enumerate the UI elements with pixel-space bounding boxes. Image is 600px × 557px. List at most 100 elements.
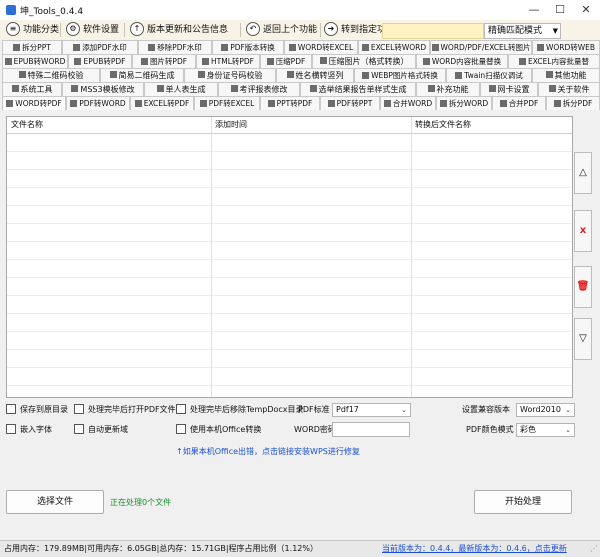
compress-icon <box>319 57 327 64</box>
move-up-button[interactable]: △ <box>574 152 592 194</box>
close-button[interactable]: ✕ <box>574 2 598 18</box>
word-password-input[interactable] <box>332 422 410 437</box>
tab-pdf-to-word[interactable]: PDF转WORD <box>66 96 130 110</box>
move-down-button[interactable]: ▽ <box>574 318 592 360</box>
tab-network-settings[interactable]: 网卡设置 <box>480 82 538 96</box>
tab-label: HTML转PDF <box>211 57 254 66</box>
column-converted-name[interactable]: 转换后文件名称 <box>411 117 575 133</box>
gear-icon <box>71 85 79 92</box>
tab-word-to-excel[interactable]: WORD转EXCEL <box>284 40 358 54</box>
clear-list-button[interactable]: 🗑 <box>574 266 592 308</box>
tab-label: WORD/PDF/EXCEL转图片 <box>440 43 531 52</box>
function-search-input[interactable] <box>382 23 484 39</box>
tab-to-image[interactable]: WORD/PDF/EXCEL转图片 <box>430 40 532 54</box>
version-update-button[interactable]: ↑ 版本更新和公告信息 <box>130 21 228 38</box>
tab-label: 添加PDF水印 <box>82 43 127 52</box>
tab-twain-debug[interactable]: Twain扫描仪调试 <box>446 68 532 82</box>
pdf-icon <box>70 99 78 107</box>
tab-name-vertical[interactable]: 姓名横转竖列 <box>276 68 354 82</box>
tab-id-verify[interactable]: 身份证号码校验 <box>184 68 276 82</box>
maximize-button[interactable]: ☐ <box>548 2 572 18</box>
checkbox[interactable] <box>74 403 84 414</box>
checkbox[interactable] <box>74 423 84 434</box>
tab-election-report[interactable]: 选举结果报告单样式生成 <box>300 82 416 96</box>
split-icon <box>439 99 447 107</box>
tab-qrcode-verify[interactable]: 特殊二维码校验 <box>2 68 100 82</box>
pdf-color-mode-select[interactable]: 彩色 ⌄ <box>516 423 575 437</box>
auto-update-fields-option[interactable]: 自动更新域 <box>74 423 128 437</box>
embed-fonts-option[interactable]: 嵌入字体 <box>6 423 52 437</box>
tab-epub-to-pdf[interactable]: EPUB转PDF <box>68 54 132 68</box>
checkbox[interactable] <box>176 403 186 414</box>
tab-word-to-web[interactable]: WORD转WEB <box>532 40 600 54</box>
tab-label: PDF转WORD <box>79 99 126 108</box>
tab-excel-to-word[interactable]: EXCEL转WORD <box>358 40 430 54</box>
pdf-standard-select[interactable]: Pdf17 ⌄ <box>332 403 411 417</box>
grid-row-line <box>7 277 572 278</box>
start-processing-button[interactable]: 开始处理 <box>474 490 572 514</box>
tab-label: PDF转EXCEL <box>208 99 255 108</box>
word-password-label: WORD密码 <box>294 425 336 434</box>
compat-version-select[interactable]: Word2010 ⌄ <box>516 403 575 417</box>
tab-ppt-to-pdf[interactable]: PPT转PDF <box>260 96 320 110</box>
use-office-option[interactable]: 使用本机Office转换 <box>176 423 261 437</box>
tab-excel-batch-replace[interactable]: EXCEL内容批量替 <box>508 54 600 68</box>
tab-system-tools[interactable]: 系统工具 <box>2 82 62 96</box>
tab-supplement[interactable]: 补充功能 <box>416 82 480 96</box>
tab-label: 系统工具 <box>20 85 53 94</box>
tab-split-word[interactable]: 拆分WORD <box>436 96 492 110</box>
tab-merge-word[interactable]: 合并WORD <box>380 96 436 110</box>
match-mode-select[interactable]: 精确匹配模式 ▼ <box>484 23 561 39</box>
tab-remove-pdf-watermark[interactable]: 移除PDF水印 <box>138 40 212 54</box>
back-to-previous-button[interactable]: ↶ 返回上个功能 <box>246 21 317 38</box>
tab-compress-pdf[interactable]: 压缩PDF <box>260 54 312 68</box>
tab-epub-to-word[interactable]: EPUB转WORD <box>2 54 68 68</box>
resize-grip-icon[interactable]: ⋰ <box>590 544 598 553</box>
tab-word-to-pdf[interactable]: WORD转PDF <box>2 96 66 110</box>
install-wps-link[interactable]: ↑如果本机Office出错，点击链接安装WPS进行修复 <box>176 446 360 457</box>
tab-webp-convert[interactable]: WEBP图片格式转换 <box>354 68 446 82</box>
tab-other-functions[interactable]: 其他功能 <box>532 68 600 82</box>
tab-split-ppt[interactable]: 拆分PPT <box>2 40 62 54</box>
open-pdf-after-option[interactable]: 处理完毕后打开PDF文件 <box>74 403 176 417</box>
merge-icon <box>499 99 507 107</box>
file-grid[interactable]: 文件名称 添加时间 转换后文件名称 <box>6 116 573 398</box>
select-files-button[interactable]: 选择文件 <box>6 490 104 514</box>
tab-label: EXCEL内容批量替 <box>528 57 589 66</box>
tab-pdf-to-ppt[interactable]: PDF转PPT <box>320 96 380 110</box>
column-added-time[interactable]: 添加时间 <box>211 117 415 133</box>
function-category-button[interactable]: ≡ 功能分类 <box>6 21 60 38</box>
version-update-link[interactable]: 当前版本为：0.4.4，最新版本为：0.4.6，点击更新 <box>382 543 567 554</box>
column-file-name[interactable]: 文件名称 <box>7 117 211 133</box>
checkbox[interactable] <box>176 423 186 434</box>
tab-compress-image[interactable]: 压缩图片（格式转换） <box>312 54 416 68</box>
function-category-label: 功能分类 <box>23 25 60 35</box>
tab-html-to-pdf[interactable]: HTML转PDF <box>196 54 260 68</box>
tab-merge-pdf[interactable]: 合并PDF <box>492 96 546 110</box>
tab-label: WORD内容批量替换 <box>431 57 502 66</box>
tab-pdf-version[interactable]: PDF版本转换 <box>212 40 284 54</box>
checkbox[interactable] <box>6 403 16 414</box>
software-settings-button[interactable]: ⚙ 软件设置 <box>66 21 119 38</box>
tab-word-batch-replace[interactable]: WORD内容批量替换 <box>416 54 508 68</box>
tab-label: 压缩图片（格式转换） <box>328 57 409 66</box>
minimize-button[interactable]: — <box>522 2 546 18</box>
tab-add-pdf-watermark[interactable]: 添加PDF水印 <box>62 40 138 54</box>
tab-image-to-pdf[interactable]: 图片转PDF <box>132 54 196 68</box>
gear-icon <box>11 85 19 92</box>
remove-tempdocx-option[interactable]: 处理完毕后移除TempDocx目录 <box>176 403 304 417</box>
save-to-original-option[interactable]: 保存到原目录 <box>6 403 68 417</box>
tab-about[interactable]: 关于软件 <box>538 82 600 96</box>
tab-qrcode-generate[interactable]: 简易二维码生成 <box>100 68 184 82</box>
tab-excel-to-pdf[interactable]: EXCEL转PDF <box>130 96 194 110</box>
tab-evaluation-report[interactable]: 考评报表修改 <box>218 82 300 96</box>
excel-icon <box>134 99 142 107</box>
tab-single-table[interactable]: 单人表生成 <box>144 82 218 96</box>
tab-split-pdf[interactable]: 拆分PDF <box>546 96 600 110</box>
toolbar-divider <box>60 23 61 37</box>
grid-row-line <box>7 367 572 368</box>
checkbox[interactable] <box>6 423 16 434</box>
tab-pdf-to-excel[interactable]: PDF转EXCEL <box>194 96 260 110</box>
remove-item-button[interactable]: x <box>574 210 592 252</box>
tab-mss3-template[interactable]: MSS3模板修改 <box>62 82 144 96</box>
